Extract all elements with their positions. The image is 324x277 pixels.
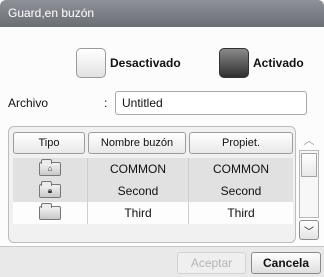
file-name-input[interactable]: [115, 91, 307, 115]
mailbox-name-cell: Second: [88, 180, 189, 202]
accept-button[interactable]: Aceptar: [177, 252, 246, 274]
owner-cell: COMMON: [213, 162, 269, 176]
folder-icon: [39, 203, 61, 220]
scrollbar-thumb[interactable]: [301, 153, 317, 177]
toggle-off-label: Desactivado: [110, 56, 181, 70]
file-colon: :: [104, 96, 108, 110]
mailbox-name-cell: COMMON: [88, 158, 189, 180]
home-folder-icon: ⌂: [39, 159, 61, 176]
header-type[interactable]: Tipo: [13, 132, 85, 154]
toggle-on-box[interactable]: [219, 48, 249, 78]
dialog-footer: Aceptar Cancela: [0, 246, 324, 277]
toggle-on-label: Activado: [253, 56, 304, 70]
cancel-button[interactable]: Cancela: [251, 252, 321, 274]
locked-folder-icon: 🔒︎: [39, 181, 61, 198]
chevron-down-icon: ﹀: [304, 226, 314, 238]
header-owner[interactable]: Propiet.: [189, 132, 293, 154]
header-mailbox-name[interactable]: Nombre buzón: [88, 132, 186, 154]
owner-cell: Third: [227, 206, 255, 220]
type-cell: ⌂: [13, 158, 88, 180]
save-to-mailbox-dialog: Guard,en buzón Desactivado Activado Arch…: [0, 0, 324, 277]
scrollbar-track[interactable]: [299, 150, 319, 218]
scroll-up-icon[interactable]: ︿: [299, 130, 319, 150]
type-cell: [13, 202, 88, 224]
mailbox-name-cell: Third: [88, 202, 189, 224]
table-row[interactable]: Third Third: [13, 202, 293, 224]
toggle-off-box[interactable]: [76, 48, 106, 78]
table-row[interactable]: 🔒︎ Second Second: [13, 180, 293, 202]
toggle-option-off[interactable]: Desactivado: [76, 48, 181, 78]
dialog-title: Guard,en buzón: [0, 0, 324, 27]
scroll-down-button[interactable]: ﹀: [299, 220, 319, 240]
type-cell: 🔒︎: [13, 180, 88, 202]
table-row[interactable]: ⌂ COMMON COMMON: [13, 158, 293, 180]
toggle-option-on[interactable]: Activado: [219, 48, 304, 78]
file-label: Archivo: [8, 96, 49, 110]
table-header: Tipo Nombre buzón Propiet.: [13, 132, 293, 154]
mailbox-table: Tipo Nombre buzón Propiet. ⌂ COMMON COMM…: [8, 126, 296, 243]
owner-cell: Second: [220, 184, 262, 198]
